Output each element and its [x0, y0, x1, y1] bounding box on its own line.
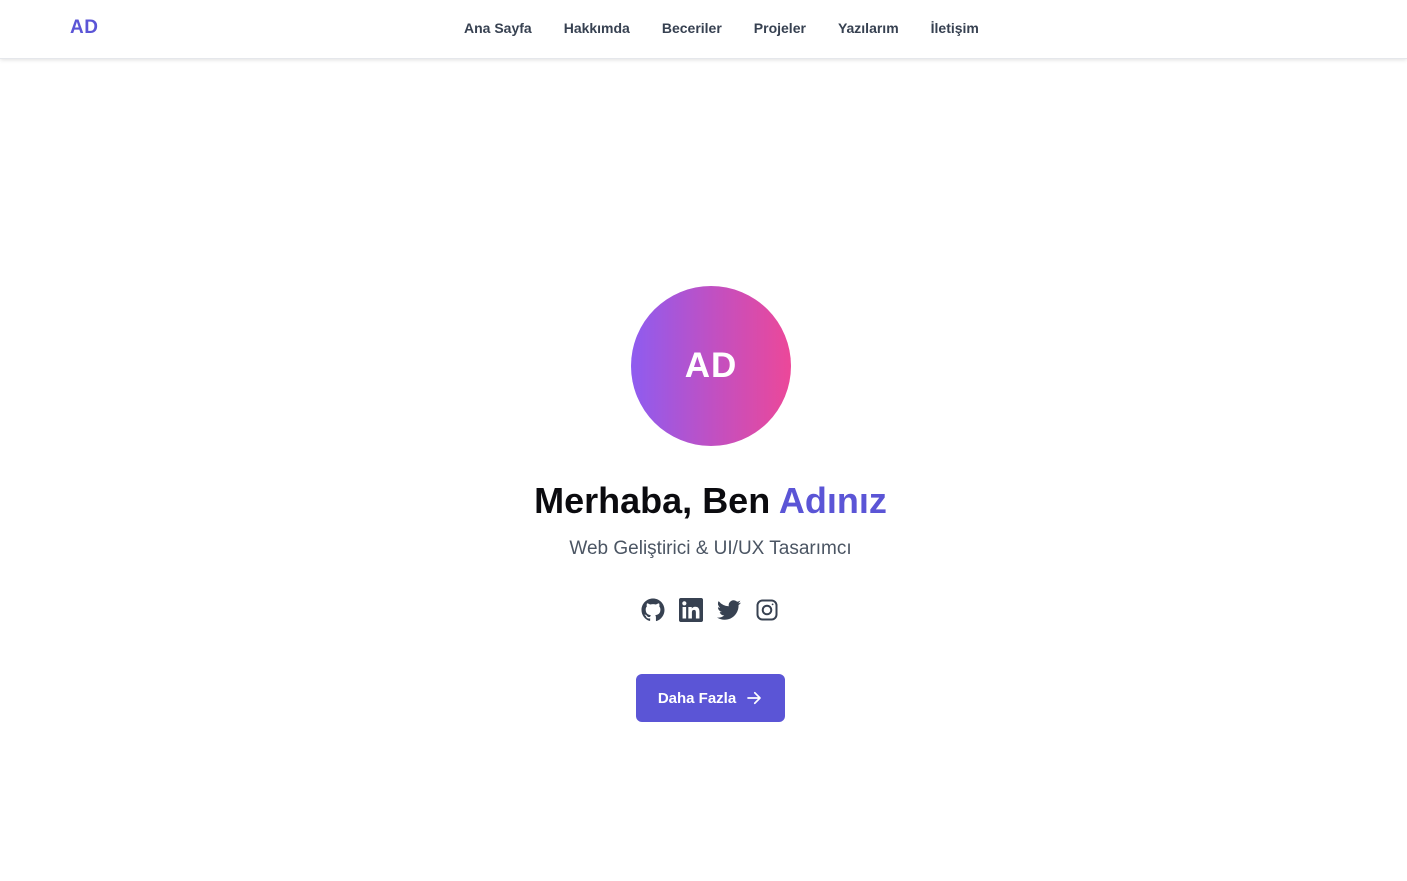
- github-icon[interactable]: [641, 598, 665, 622]
- avatar-initials: AD: [684, 346, 738, 385]
- headline-greeting: Merhaba, Ben: [534, 480, 779, 521]
- instagram-icon[interactable]: [755, 598, 779, 622]
- nav-link-projects[interactable]: Projeler: [754, 20, 806, 36]
- nav-link-posts[interactable]: Yazılarım: [838, 20, 899, 36]
- linkedin-icon[interactable]: [679, 598, 703, 622]
- avatar: AD: [631, 286, 791, 446]
- more-button-label: Daha Fazla: [657, 689, 737, 707]
- hero-section: AD Merhaba, Ben Adınız Web Geliştirici &…: [0, 60, 1407, 881]
- nav-link-home[interactable]: Ana Sayfa: [464, 20, 532, 36]
- logo-link[interactable]: AD: [70, 17, 98, 39]
- hero-subtitle: Web Geliştirici & UI/UX Tasarımcı: [569, 538, 852, 559]
- nav-link-about[interactable]: Hakkımda: [564, 20, 630, 36]
- top-navbar: AD Ana Sayfa Hakkımda Beceriler Projeler…: [0, 0, 1407, 59]
- headline-name: Adınız: [778, 480, 887, 521]
- more-button[interactable]: Daha Fazla: [636, 674, 785, 722]
- twitter-icon[interactable]: [717, 598, 741, 622]
- nav-link-skills[interactable]: Beceriler: [662, 20, 722, 36]
- nav-link-contact[interactable]: İletişim: [931, 20, 979, 36]
- nav-links: Ana Sayfa Hakkımda Beceriler Projeler Ya…: [464, 20, 1011, 36]
- hero-headline: Merhaba, Ben Adınız: [0, 480, 1407, 522]
- social-links: [641, 598, 779, 622]
- arrow-right-icon: [747, 691, 762, 705]
